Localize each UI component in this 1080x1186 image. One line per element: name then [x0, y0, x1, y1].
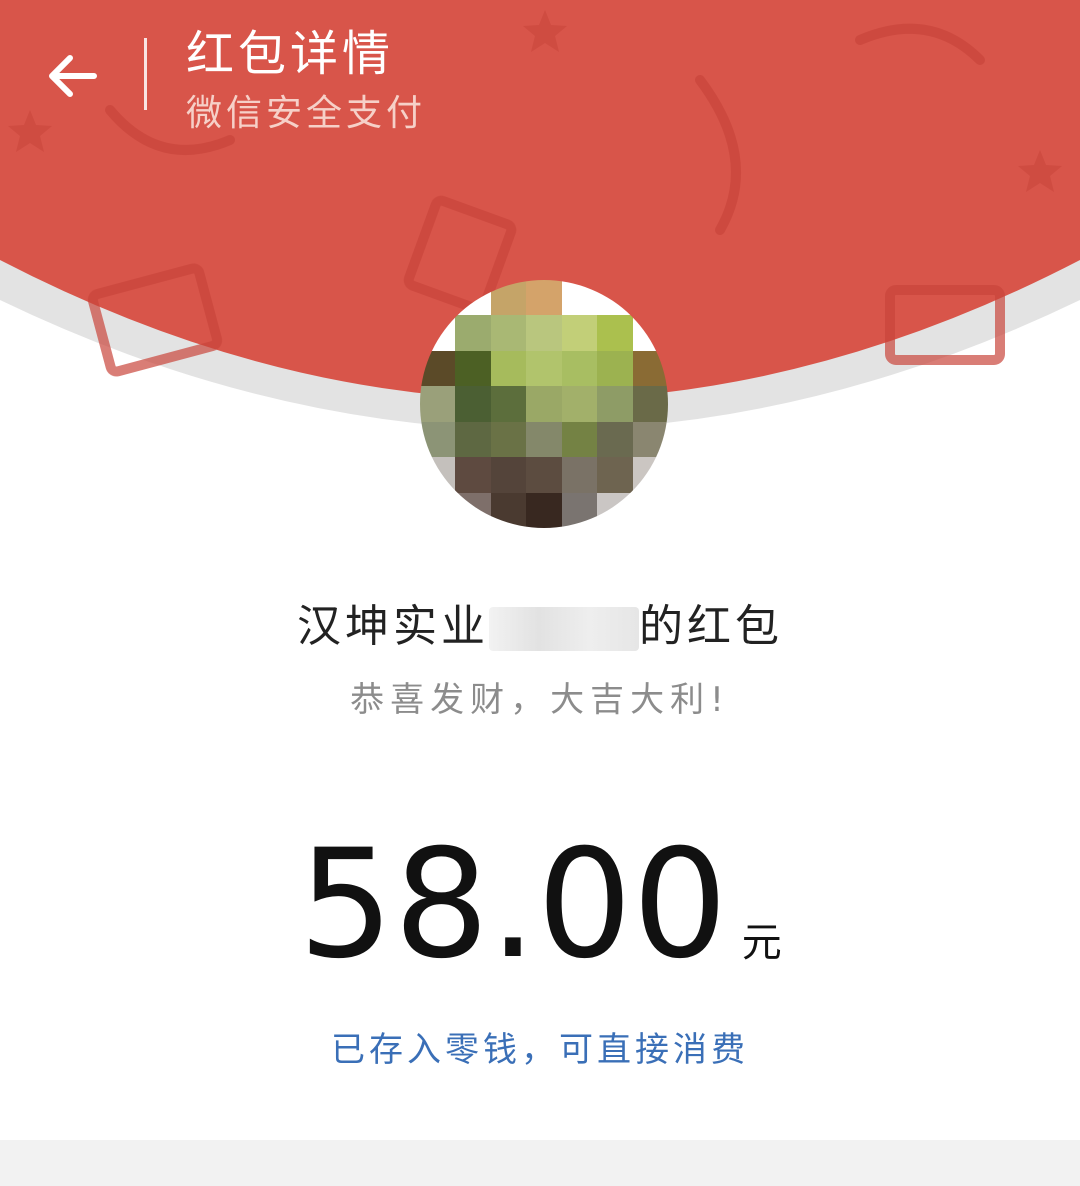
sender-name-suffix: 的红包 — [639, 601, 783, 652]
greeting-message: 恭喜发财，大吉大利! — [350, 680, 730, 720]
sender-avatar — [420, 280, 668, 528]
sender-name-prefix: 汉坤实业 — [297, 601, 489, 652]
page-title: 红包详情 — [186, 26, 395, 82]
redacted-name — [489, 607, 639, 651]
header-divider — [144, 38, 147, 110]
balance-link[interactable]: 已存入零钱，可直接消费 — [0, 1022, 1080, 1071]
back-button[interactable] — [36, 40, 108, 112]
amount-value: 58.00 — [298, 818, 728, 992]
sender-line: 汉坤实业 的红包 — [0, 590, 1080, 654]
amount-row: 58.00 元 — [0, 820, 1080, 990]
back-arrow-icon — [49, 55, 97, 97]
footer-strip — [0, 1140, 1080, 1186]
page-subtitle: 微信安全支付 — [186, 93, 427, 134]
amount-unit: 元 — [741, 920, 782, 966]
